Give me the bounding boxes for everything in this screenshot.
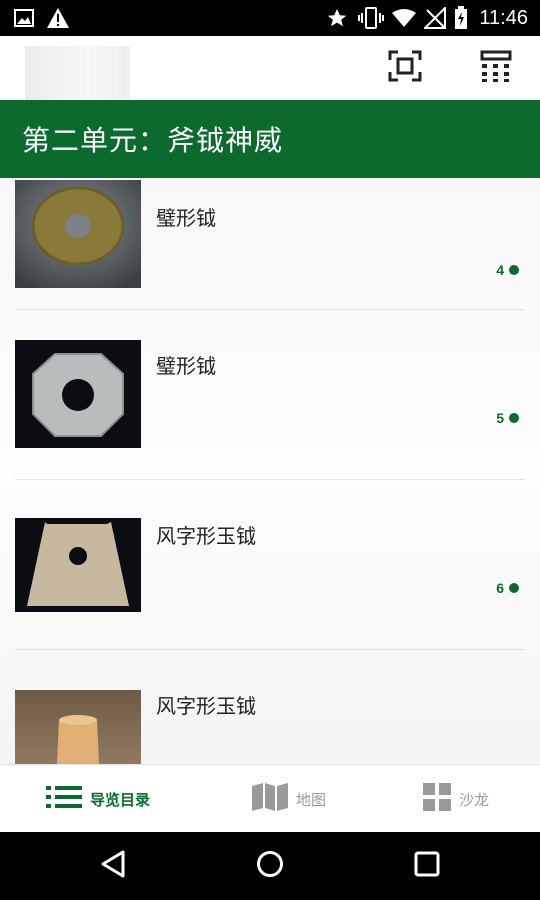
item-thumbnail bbox=[15, 690, 141, 764]
system-back-button[interactable] bbox=[73, 832, 153, 900]
tab-label: 导览目录 bbox=[90, 790, 151, 809]
item-thumbnail bbox=[15, 518, 141, 626]
header-thumbnail bbox=[25, 46, 130, 100]
warning-icon bbox=[46, 0, 70, 36]
list-item[interactable]: 风字形玉钺 6 bbox=[0, 480, 540, 650]
item-title: 风字形玉钺 bbox=[156, 694, 256, 718]
item-title: 风字形玉钺 bbox=[156, 524, 256, 548]
list-item[interactable]: 风字形玉钺 bbox=[0, 650, 540, 764]
bottom-nav: 导览目录 地图 沙龙 bbox=[0, 764, 540, 833]
item-dot-icon bbox=[509, 413, 519, 423]
recents-square-icon bbox=[414, 851, 440, 881]
image-icon bbox=[14, 0, 34, 36]
grid-icon bbox=[423, 783, 451, 815]
star-icon bbox=[326, 0, 348, 36]
item-thumbnail bbox=[15, 180, 141, 288]
map-icon bbox=[252, 782, 288, 816]
home-circle-icon bbox=[256, 850, 284, 882]
item-number: 6 bbox=[496, 580, 504, 596]
system-home-button[interactable] bbox=[230, 832, 310, 900]
tab-label: 地图 bbox=[296, 790, 327, 809]
exhibit-list: 璧形钺 4 璧形钺 5 风字形玉钺 6 风字形玉钺 bbox=[0, 178, 540, 764]
keypad-button[interactable] bbox=[466, 36, 526, 100]
item-dot-icon bbox=[509, 265, 519, 275]
item-dot-icon bbox=[509, 583, 519, 593]
list-icon bbox=[46, 785, 82, 813]
status-time: 11:46 bbox=[479, 6, 528, 29]
scan-icon bbox=[388, 50, 422, 86]
list-item[interactable]: 璧形钺 5 bbox=[0, 310, 540, 480]
section-title: 第二单元：斧钺神威 bbox=[22, 124, 284, 157]
item-title: 璧形钺 bbox=[156, 206, 216, 230]
system-nav-bar bbox=[0, 832, 540, 900]
vibrate-icon bbox=[358, 0, 384, 36]
item-number: 5 bbox=[496, 410, 504, 426]
tab-salon[interactable]: 沙龙 bbox=[423, 765, 489, 833]
system-recents-button[interactable] bbox=[387, 832, 467, 900]
item-number: 4 bbox=[496, 262, 504, 278]
scan-button[interactable] bbox=[375, 36, 435, 100]
status-bar: 11:46 bbox=[0, 0, 540, 36]
keypad-icon bbox=[480, 50, 512, 86]
item-title: 璧形钺 bbox=[156, 354, 216, 378]
tab-guide-catalog[interactable]: 导览目录 bbox=[46, 765, 150, 833]
section-header: 第二单元：斧钺神威 bbox=[0, 100, 540, 178]
back-triangle-icon bbox=[100, 850, 126, 882]
tab-map[interactable]: 地图 bbox=[252, 765, 326, 833]
tab-label: 沙龙 bbox=[459, 790, 490, 809]
no-signal-icon bbox=[424, 0, 446, 36]
item-thumbnail bbox=[15, 340, 141, 448]
wifi-icon bbox=[392, 0, 416, 36]
list-item[interactable]: 璧形钺 4 bbox=[0, 178, 540, 308]
battery-charging-icon bbox=[454, 0, 468, 36]
